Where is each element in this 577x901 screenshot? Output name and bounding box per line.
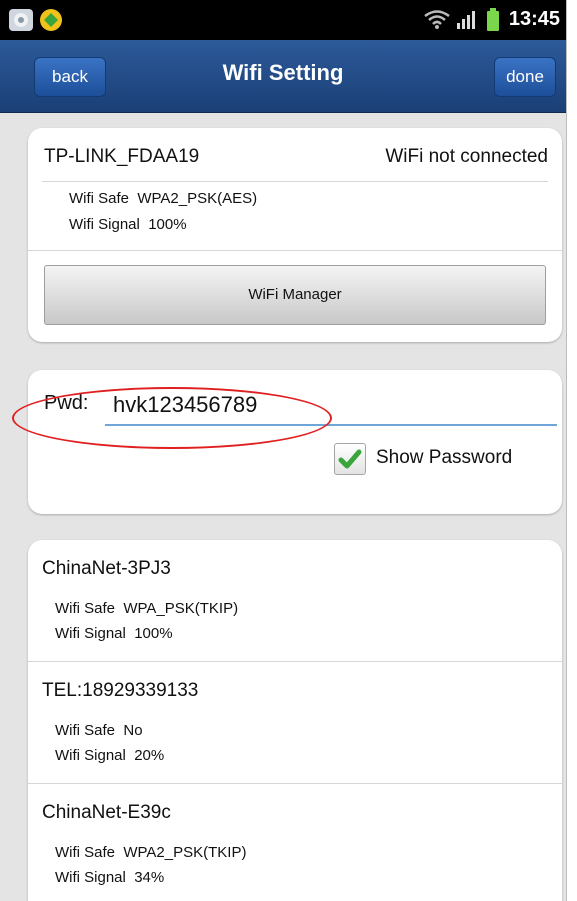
phone-screen: 13:45 back Wifi Setting done TP-LINK_FDA…: [0, 0, 567, 901]
show-password-label[interactable]: Show Password: [376, 447, 512, 469]
app-avatar-icon: [8, 8, 36, 36]
safe-value: WPA2_PSK(AES): [137, 190, 258, 207]
page-title: Wifi Setting: [222, 60, 344, 85]
divider: [28, 250, 562, 251]
password-label: Pwd:: [44, 392, 89, 414]
divider: [42, 181, 548, 182]
status-bar: 13:45: [0, 0, 566, 40]
network-list: ChinaNet-3PJ3 Wifi Safe WPA_PSK(TKIP) Wi…: [28, 540, 562, 901]
current-safe-row: Wifi Safe WPA2_PSK(AES): [69, 190, 257, 207]
safe-label: Wifi Safe: [55, 600, 116, 617]
cell-signal-icon: [456, 10, 478, 34]
safe-label: Wifi Safe: [55, 722, 116, 739]
network-ssid: TEL:18929339133: [42, 680, 199, 701]
password-input[interactable]: [105, 386, 557, 426]
checkmark-icon: [338, 449, 362, 469]
safe-value: No: [123, 722, 143, 739]
signal-value: 100%: [134, 625, 173, 642]
list-item[interactable]: ChinaNet-E39c Wifi Safe WPA2_PSK(TKIP) W…: [28, 784, 562, 901]
app-ball-icon: [38, 8, 64, 36]
signal-label: Wifi Signal: [55, 869, 126, 886]
signal-value: 20%: [134, 747, 165, 764]
done-button[interactable]: done: [494, 57, 556, 97]
network-signal-row: Wifi Signal 20%: [55, 747, 164, 764]
network-signal-row: Wifi Signal 34%: [55, 869, 164, 886]
safe-value: WPA2_PSK(TKIP): [123, 844, 247, 861]
list-item[interactable]: TEL:18929339133 Wifi Safe No Wifi Signal…: [28, 662, 562, 784]
current-network-card: TP-LINK_FDAA19 WiFi not connected Wifi S…: [28, 128, 562, 342]
connection-status: WiFi not connected: [385, 146, 548, 167]
status-time: 13:45: [508, 8, 560, 30]
signal-label: Wifi Signal: [55, 625, 126, 642]
wifi-manager-button[interactable]: WiFi Manager: [44, 265, 546, 325]
wifi-status-icon: [424, 10, 450, 34]
network-ssid: ChinaNet-E39c: [42, 802, 171, 823]
show-password-checkbox[interactable]: [334, 443, 366, 475]
signal-label: Wifi Signal: [55, 747, 126, 764]
password-card: Pwd: Show Password: [28, 370, 562, 514]
safe-label: Wifi Safe: [55, 844, 116, 861]
battery-icon: [486, 8, 500, 36]
signal-label: Wifi Signal: [69, 216, 140, 233]
signal-value: 100%: [148, 216, 187, 233]
network-safe-row: Wifi Safe No: [55, 722, 143, 739]
safe-label: Wifi Safe: [69, 190, 130, 207]
network-signal-row: Wifi Signal 100%: [55, 625, 173, 642]
list-item[interactable]: ChinaNet-3PJ3 Wifi Safe WPA_PSK(TKIP) Wi…: [28, 540, 562, 662]
current-signal-row: Wifi Signal 100%: [69, 216, 187, 233]
signal-value: 34%: [134, 869, 165, 886]
current-ssid: TP-LINK_FDAA19: [44, 146, 200, 167]
network-ssid: ChinaNet-3PJ3: [42, 558, 171, 579]
network-safe-row: Wifi Safe WPA_PSK(TKIP): [55, 600, 238, 617]
safe-value: WPA_PSK(TKIP): [123, 600, 239, 617]
network-safe-row: Wifi Safe WPA2_PSK(TKIP): [55, 844, 246, 861]
title-bar: back Wifi Setting done: [0, 40, 566, 113]
